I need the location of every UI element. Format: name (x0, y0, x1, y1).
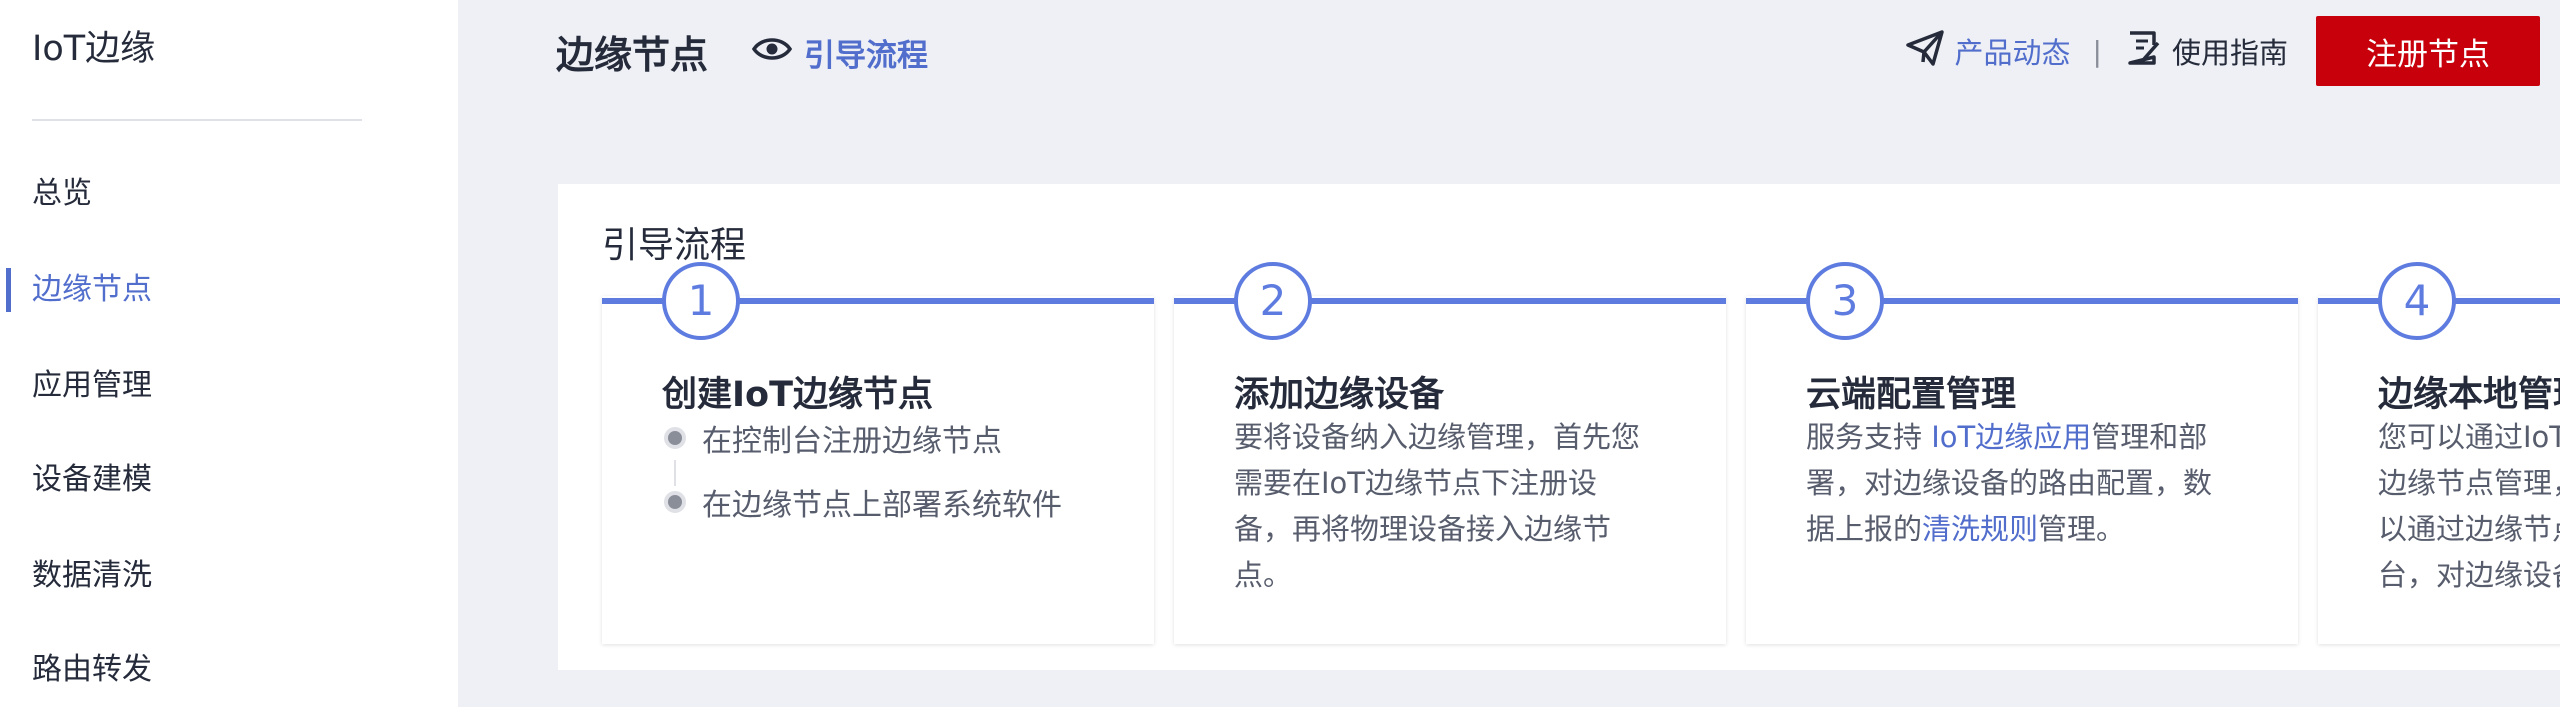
sidebar-active-indicator (6, 268, 11, 312)
header-actions: 产品动态 | 使用指南 注册节点 (1905, 16, 2540, 86)
guide-panel-title: 引导流程 (602, 225, 747, 266)
step-title-2: 添加边缘设备 (1234, 375, 1445, 415)
app-title: IoT边缘 (32, 29, 156, 69)
product-news-label: 产品动态 (1954, 36, 2071, 70)
eye-icon (751, 34, 793, 70)
step-number-1: 1 (662, 262, 740, 340)
step-title-1: 创建IoT边缘节点 (662, 375, 933, 415)
paper-plane-icon (1905, 29, 1945, 74)
sidebar-item-routing[interactable]: 路由转发 (32, 648, 412, 692)
step-1-bullet-1-label: 在控制台注册边缘节点 (702, 424, 1002, 459)
step-desc-2: 要将设备纳入边缘管理，首先您需要在IoT边缘节点下注册设备，再将物理设备接入边缘… (1234, 420, 1641, 592)
sidebar-item-data-cleansing[interactable]: 数据清洗 (32, 554, 412, 598)
guide-flow-link-label: 引导流程 (804, 37, 928, 74)
step-desc-4: 您可以通过IoT边缘控制台进行边缘节点管理，云端配置，也可以通过边缘节点上的本地… (2378, 420, 2560, 592)
step-desc-3: 服务支持 IoT边缘应用管理和部署，对边缘设备的路由配置，数据上报的清洗规则管理… (1806, 414, 2226, 552)
edit-document-icon (2124, 29, 2162, 74)
step-1-bullet-1: 在控制台注册边缘节点 (664, 416, 1002, 460)
guide-flow-link[interactable]: 引导流程 (751, 32, 928, 74)
step-number-3: 3 (1806, 262, 1884, 340)
sidebar-item-overview[interactable]: 总览 (32, 172, 412, 216)
step-card-1 (602, 296, 1154, 644)
step-number-2: 2 (1234, 262, 1312, 340)
cleansing-rules-link[interactable]: 清洗规则 (1922, 512, 2038, 546)
page-title: 边缘节点 (556, 33, 709, 77)
sidebar: IoT边缘 总览 边缘节点 应用管理 设备建模 数据清洗 路由转发 (0, 0, 458, 707)
register-node-button[interactable]: 注册节点 (2316, 16, 2540, 86)
product-news-link[interactable]: 产品动态 (1905, 29, 2071, 74)
sidebar-item-device-modeling[interactable]: 设备建模 (32, 458, 412, 502)
step-1-bullet-2: 在边缘节点上部署系统软件 (664, 480, 1062, 524)
sidebar-item-app-management[interactable]: 应用管理 (32, 364, 412, 408)
bullet-dot-icon (664, 427, 686, 449)
user-guide-label: 使用指南 (2171, 36, 2288, 70)
user-guide-link[interactable]: 使用指南 (2124, 29, 2288, 74)
iot-edge-app-link[interactable]: IoT边缘应用 (1931, 420, 2091, 454)
step-3-desc-pre: 服务支持 (1806, 420, 1932, 454)
step-3-desc-post: 管理。 (2038, 512, 2126, 546)
bullet-dot-icon (664, 491, 686, 513)
step-1-bullet-2-label: 在边缘节点上部署系统软件 (702, 488, 1062, 523)
header-separator: | (2092, 34, 2102, 68)
step-title-3: 云端配置管理 (1806, 375, 2017, 415)
sidebar-item-edge-nodes[interactable]: 边缘节点 (32, 268, 412, 312)
step-number-4: 4 (2378, 262, 2456, 340)
step-title-4: 边缘本地管理 (2378, 375, 2560, 415)
sidebar-divider (32, 119, 362, 121)
